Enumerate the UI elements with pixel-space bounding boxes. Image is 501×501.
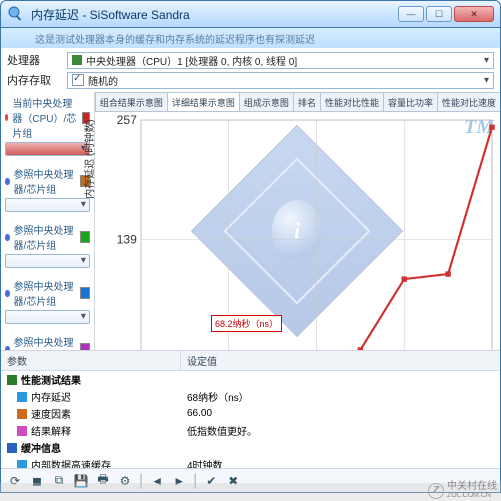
results-row: 内部数据高速缓存4时钟数: [1, 456, 500, 468]
cpu-chip-icon: [72, 55, 82, 65]
maximize-button[interactable]: ☐: [426, 6, 452, 22]
tab-0[interactable]: 组合结果示意图: [95, 92, 168, 111]
cpu-label: 处理器: [7, 52, 67, 68]
section-icon: [7, 375, 17, 385]
window-subtitle: 这是测试处理器本身的缓存和内存系统的延迟程序也有探测延迟: [0, 28, 501, 48]
results-col-value: 设定值: [181, 351, 223, 370]
sidebar-select-3[interactable]: ▾: [5, 310, 90, 324]
results-section: 性能测试结果: [1, 371, 500, 388]
color-swatch[interactable]: [80, 287, 90, 299]
tab-4[interactable]: 性能对比性能: [320, 92, 384, 111]
bullet-icon: [5, 234, 10, 241]
chart-annotation: 68.2纳秒（ns）: [211, 315, 282, 332]
bullet-icon: [5, 114, 8, 121]
color-swatch[interactable]: [80, 343, 90, 350]
image-watermark: Z 中关村在线 ZOL.COM.CN: [428, 482, 497, 499]
sidebar-group-label: 参照中央处理器/芯片组: [5, 166, 90, 196]
color-swatch[interactable]: [80, 231, 90, 243]
close-button[interactable]: ✕: [454, 6, 494, 22]
results-header: 参数 设定值: [1, 351, 500, 371]
chart-svg: 1 139 2571千字节（kB）16千字节（kB）256千字节（kB）4兆字节…: [95, 112, 500, 350]
svg-text:257: 257: [116, 113, 137, 127]
chevron-down-icon: ▾: [81, 199, 86, 210]
window-title: 内存延迟 - SiSoftware Sandra: [31, 6, 190, 23]
chart-y-label: 内存延迟 (时钟数): [81, 119, 96, 198]
chevron-down-icon: ▾: [484, 55, 489, 66]
chevron-down-icon: ▾: [81, 255, 86, 266]
sidebar-group-label: 参照中央处理器/芯片组: [5, 222, 90, 252]
app-icon: [7, 5, 25, 23]
bullet-icon: [5, 178, 10, 185]
chart-area: i TM 内存延迟 (时钟数) 1 139 2571千字节（kB）16千字节（k…: [95, 112, 500, 350]
tab-bar: 组合结果示意图详细结果示意图组成示意图排名性能对比性能容量比功率性能对比速度: [95, 92, 500, 112]
row-icon: [17, 409, 27, 419]
tab-3[interactable]: 排名: [293, 92, 321, 111]
chevron-down-icon: ▾: [81, 311, 86, 322]
minimize-button[interactable]: —: [398, 6, 424, 22]
window-titlebar: 内存延迟 - SiSoftware Sandra — ☐ ✕: [0, 0, 501, 28]
sidebar-select-1[interactable]: ▾: [5, 198, 90, 212]
cpu-select[interactable]: 中央处理器（CPU）1 [处理器 0, 内核 0, 线程 0] ▾: [67, 52, 494, 69]
sidebar-group-label: 当前中央处理器（CPU）/芯片组: [5, 95, 90, 140]
sidebar-group-label: 参照中央处理器/芯片组: [5, 334, 90, 350]
row-icon: [17, 426, 27, 436]
sidebar-select-2[interactable]: ▾: [5, 254, 90, 268]
tab-5[interactable]: 容量比功率: [383, 92, 438, 111]
image-watermark-bar: [0, 483, 501, 501]
chevron-down-icon: ▾: [484, 75, 489, 86]
row-icon: [17, 460, 27, 469]
tab-2[interactable]: 组成示意图: [239, 92, 294, 111]
access-label: 内存存取: [7, 72, 67, 88]
section-icon: [7, 443, 17, 453]
tab-1[interactable]: 详细结果示意图: [167, 92, 240, 111]
row-icon: [17, 392, 27, 402]
sidebar-select-0[interactable]: ▾: [5, 142, 90, 156]
results-row: 内存延迟68纳秒（ns）: [1, 388, 500, 405]
results-col-param: 参数: [1, 351, 181, 370]
svg-text:139: 139: [116, 233, 137, 247]
results-panel: 参数 设定值 性能测试结果内存延迟68纳秒（ns）速度因素66.00结果解释低指…: [1, 350, 500, 468]
access-select-value: 随机的: [88, 73, 118, 88]
access-checkbox[interactable]: [72, 74, 84, 86]
tab-6[interactable]: 性能对比速度: [437, 92, 500, 111]
results-row: 速度因素66.00: [1, 405, 500, 422]
cpu-select-value: 中央处理器（CPU）1 [处理器 0, 内核 0, 线程 0]: [86, 53, 297, 68]
results-row: 结果解释低指数值更好。: [1, 422, 500, 439]
sidebar-group-label: 参照中央处理器/芯片组: [5, 278, 90, 308]
access-select[interactable]: 随机的 ▾: [67, 72, 494, 89]
results-section: 缓冲信息: [1, 439, 500, 456]
bullet-icon: [5, 290, 10, 297]
